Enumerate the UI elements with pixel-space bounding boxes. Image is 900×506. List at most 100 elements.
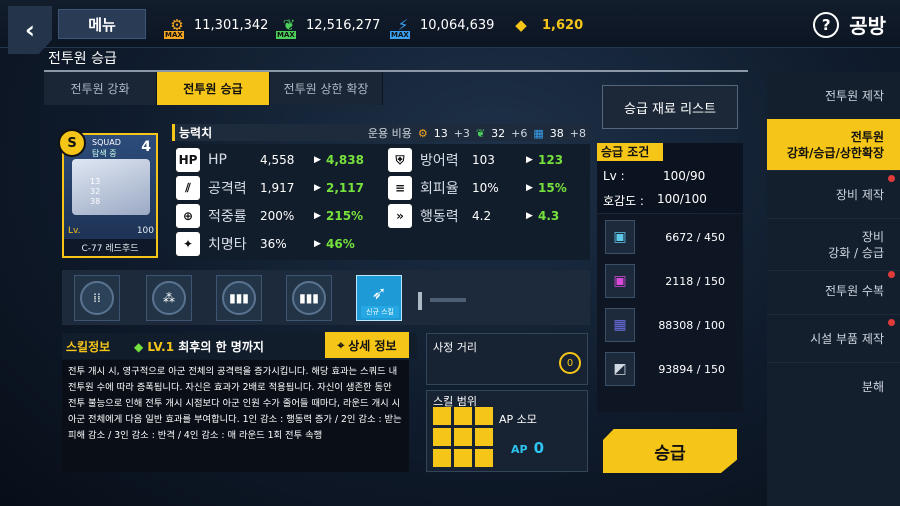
wing-skill-icon: ➶ [371,282,387,304]
squad-label: SQUAD [92,138,121,147]
material-list-button[interactable]: 승급 재료 리스트 [602,85,738,129]
material-list: ▣ 6672 / 450 ▣ 2118 / 150 ▦ 88308 / 100 ◩ 93… [597,214,743,412]
stat-evasion: ≡ 회피율 10% ▶ 15% [388,176,588,200]
gun-skill-icon: ⁞⁞ [80,281,114,315]
skill-slot-2[interactable]: ⁂ [146,275,192,321]
skill-range-box: 스킬 범위 AP 소모 AP 0 [426,390,588,472]
help-icon[interactable]: ? [813,11,840,38]
conditions-title: 승급 조건 [597,143,663,161]
new-skill-tag: 신규 스킬 [361,306,399,318]
power-cost-icon: ▦ [533,126,544,140]
stat-panel: HP HP 4,558 ▶ 4,838 ⫽ 공격력 1,917 ▶ 2,117 ⊕ 적중률 200%… [172,144,590,260]
material-item: ▦ 88308 / 100 [605,308,735,342]
skill-slot-3[interactable]: ▮▮▮ [216,275,262,321]
shield-icon: ⛨ [388,148,412,172]
menu-button[interactable]: 메뉴 [58,9,146,39]
nav-repair[interactable]: 전투원 수복 [767,267,900,315]
range-box: 사정 거리 0 [426,333,588,385]
empty-slot [430,298,466,302]
ammo-skill-icon: ▮▮▮ [222,281,256,315]
spread-skill-icon: ⁂ [152,281,186,315]
skill-description: 전투 개시 시, 영구적으로 아군 전체의 공격력을 증가시킵니다. 해당 효과… [62,360,409,472]
hp-icon: HP [176,148,200,172]
back-button[interactable]: ‹ [8,6,52,54]
skill-bar: ⁞⁞ ⁂ ▮▮▮ ▮▮▮ ➶ 신규 스킬 [62,270,590,325]
stat-accuracy: ⊕ 적중률 200% ▶ 215% [176,204,376,228]
tab-enhance[interactable]: 전투원 강화 [44,72,157,105]
nutrient-cost-icon: ❦ [475,126,486,140]
page-title: ? 공방 [813,10,886,39]
skill-level-name: ◆ LV.1 최후의 한 명까지 [134,340,264,354]
skill-slot-4[interactable]: ▮▮▮ [286,275,332,321]
nav-craft-character[interactable]: 전투원 제작 [767,72,900,120]
resource-power: ⚡ MAX 10,064,639 [390,16,495,39]
skill-slot-new[interactable]: ➶ 신규 스킬 [356,275,402,321]
star-icon: ✦ [176,232,200,256]
diamond-icon: ◆ [134,340,144,354]
evasion-icon: ≡ [388,176,412,200]
speed-icon: » [388,204,412,228]
nav-facility-parts[interactable]: 시설 부품 제작 [767,315,900,363]
leaf-icon: ❦ MAX [276,16,296,39]
nav-enhance-character[interactable]: 전투원 강화/승급/상한확장 [767,119,900,171]
magnifier-icon: ⌖ [337,337,345,352]
squad-status: 탐색 중 [92,149,117,158]
character-name: C-77 레드후드 [64,239,156,256]
notification-dot [888,271,895,278]
ability-header: 능력치 운용 비용 ⚙ 13 +3 ❦ 32 +6 ▦ 38 +8 [172,124,590,141]
notification-dot [888,319,895,326]
ammo-skill-icon: ▮▮▮ [292,281,326,315]
material-module-icon: ▦ [605,308,635,342]
material-part-icon: ◩ [605,352,635,386]
ap-cost-value: AP 0 [511,439,545,457]
side-nav: 전투원 제작 전투원 강화/승급/상한확장 장비 제작 장비 강화 / 승급 전… [767,72,900,506]
notification-dot [888,175,895,182]
target-icon: 0 [559,352,581,374]
range-title: 사정 거리 [433,341,477,354]
rank-badge: S [58,129,86,157]
material-item: ◩ 93894 / 150 [605,352,735,386]
crosshair-icon: ⊕ [176,204,200,228]
resource-parts: ⚙ MAX 11,301,342 [164,16,269,39]
detail-info-button[interactable]: ⌖ 상세 정보 [325,332,409,358]
squad-number: 4 [141,139,151,155]
bolt-icon: ⚡ MAX [390,16,410,39]
stat-attack: ⫽ 공격력 1,917 ▶ 2,117 [176,176,376,200]
parts-cost-icon: ⚙ [417,126,428,140]
tab-limit-expand[interactable]: 전투원 상한 확장 [270,72,383,105]
tab-bar: 전투원 강화 전투원 승급 전투원 상한 확장 [44,72,383,105]
tab-promote[interactable]: 전투원 승급 [157,72,270,105]
material-item: ▣ 6672 / 450 [605,220,735,254]
gem-icon: ◆ [515,16,527,34]
resource-tuna: ◆ 1,620 [506,14,583,36]
skill-info-title: 스킬정보 [66,340,111,354]
promotion-conditions: 승급 조건 Lv :100/90 호감도 :100/100 [597,143,743,213]
back-arrow-icon: ‹ [25,16,35,44]
range-grid [433,407,493,467]
material-chip-icon: ▣ [605,264,635,298]
cost-mini: 13 32 38 [90,177,101,206]
promote-button[interactable]: 승급 [603,429,737,473]
material-item: ▣ 2118 / 150 [605,264,735,298]
resource-nutrient: ❦ MAX 12,516,277 [276,16,381,39]
ability-label: 능력치 [172,124,212,141]
character-portrait [72,159,150,215]
top-bar: ‹ 메뉴 ⚙ MAX 11,301,342 ❦ MAX 12,516,277 ⚡ MAX 1… [0,0,900,54]
separator [418,292,422,310]
ap-cost-label: AP 소모 [499,413,537,426]
stat-critical: ✦ 치명타 36% ▶ 46% [176,232,376,256]
attack-icon: ⫽ [176,176,200,200]
gear-icon: ⚙ MAX [164,16,184,39]
stat-speed: » 행동력 4.2 ▶ 4.3 [388,204,588,228]
level-row: Lv. 100 [68,226,154,236]
nav-enhance-equipment[interactable]: 장비 강화 / 승급 [767,219,900,271]
nav-craft-equipment[interactable]: 장비 제작 [767,171,900,219]
stat-hp: HP HP 4,558 ▶ 4,838 [176,148,376,172]
nav-disassemble[interactable]: 분해 [767,363,900,411]
subtitle: 전투원 승급 [48,51,117,67]
material-chip-icon: ▣ [605,220,635,254]
stat-defense: ⛨ 방어력 103 ▶ 123 [388,148,588,172]
character-card[interactable]: S SQUAD 탐색 중 4 13 32 38 Lv. 100 C-77 레드후드 [58,129,158,258]
operation-cost: 운용 비용 ⚙ 13 +3 ❦ 32 +6 ▦ 38 +8 [367,126,586,141]
skill-slot-1[interactable]: ⁞⁞ [74,275,120,321]
